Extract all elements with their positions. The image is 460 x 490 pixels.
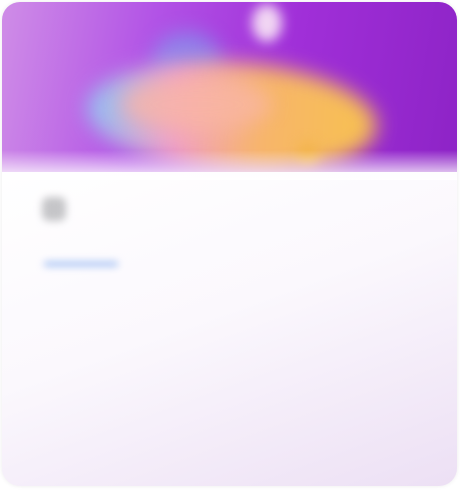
content-card — [2, 2, 457, 486]
content-sheet — [2, 150, 457, 486]
app-icon[interactable] — [42, 197, 66, 221]
tab-active-indicator — [44, 262, 118, 266]
tab-primary[interactable] — [44, 242, 118, 266]
sheet-fade — [2, 150, 457, 180]
artwork-drop — [252, 4, 282, 42]
artwork-ring-highlight — [122, 77, 272, 132]
tab-secondary[interactable] — [155, 242, 255, 266]
